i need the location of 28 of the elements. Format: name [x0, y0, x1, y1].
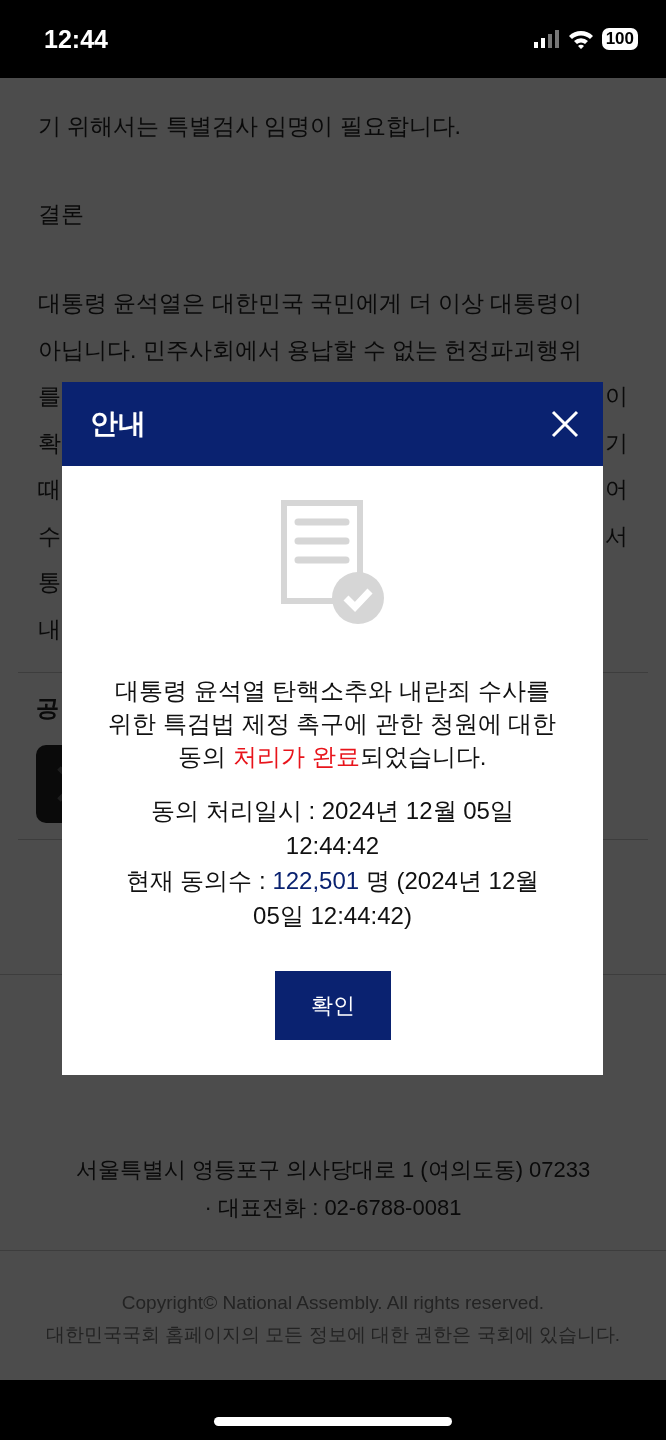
article-text: 이 [605, 382, 628, 411]
wifi-icon [567, 29, 594, 49]
article-heading: 결론 [38, 200, 85, 229]
article-text: 기 [605, 428, 628, 458]
completion-message: 대통령 윤석열 탄핵소추와 내란죄 수사를 위한 특검법 제정 촉구에 관한 청원에 대한 동의 처리가 완료되었습니다. [107, 676, 558, 772]
document-check-icon [280, 500, 385, 626]
close-icon [551, 410, 579, 438]
article-text: 어 [605, 475, 628, 504]
agreement-count: 현재 동의수 : 122,501 명 (2024년 12월 05일 12:44:42) [124, 866, 541, 931]
agreement-date: 동의 처리일시 : 2024년 12월 05일 12:44:42 [150, 796, 515, 861]
article-text: 기 위해서는 특별검사 임명이 필요합니다. [38, 112, 462, 141]
phone-text: · 대표전화 : 02-6788-0081 [203, 1194, 463, 1222]
article-text: 수 [38, 521, 61, 551]
article-text: 서 [605, 521, 628, 551]
clock-time: 12:44 [44, 24, 108, 54]
article-text: 통 [38, 568, 61, 597]
article-text: 대통령 윤석열은 대한민국 국민에게 더 이상 대통령이 [38, 289, 583, 318]
article-text: 확 [38, 428, 61, 458]
battery-level: 100 [601, 28, 638, 50]
section-heading: 공 [36, 694, 59, 723]
dialog-title: 안내 [90, 407, 146, 441]
article-text: 내 [38, 614, 61, 644]
article-text: 아닙니다. 민주사회에서 용납할 수 없는 헌정파괴행위 [38, 335, 583, 365]
signal-icon [533, 30, 560, 48]
article-text: 를 [38, 382, 61, 411]
address-text: 서울특별시 영등포구 의사당대로 1 (여의도동) 07233 [74, 1156, 592, 1184]
article-text: 때 [38, 475, 61, 504]
confirm-button[interactable]: 확인 [274, 971, 391, 1040]
